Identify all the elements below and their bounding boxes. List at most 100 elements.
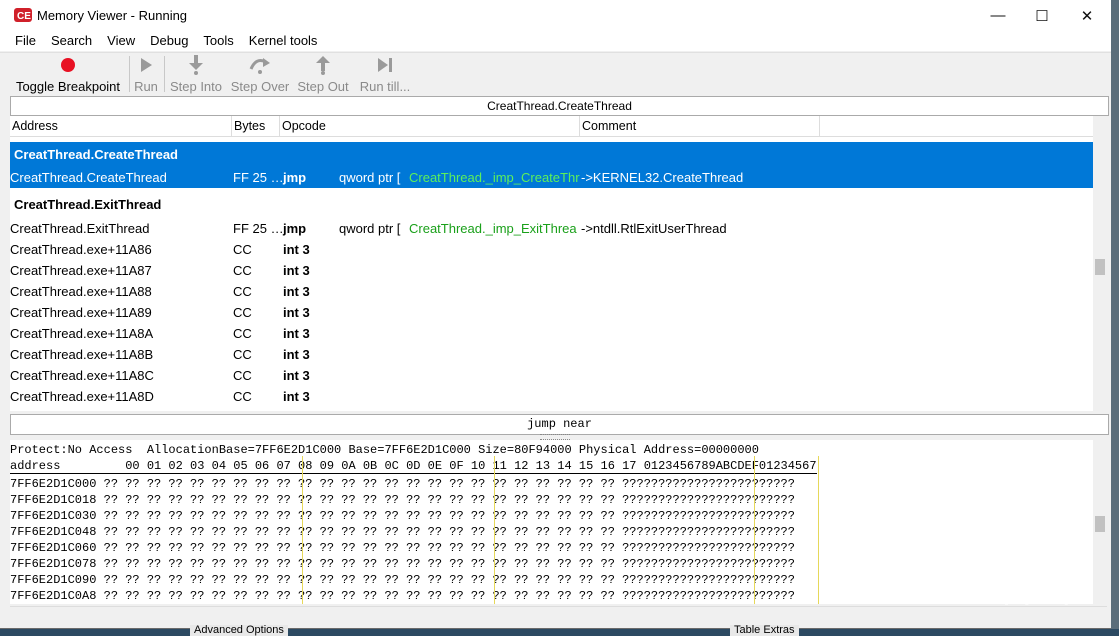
run-till-icon [378, 58, 392, 72]
hex-view[interactable]: Protect:No Access AllocationBase=7FF6E2D… [10, 440, 1093, 604]
instruction-row[interactable]: CreatThread.exe+11A88 CC int 3 [10, 281, 1093, 302]
instruction-bytes: CC [233, 347, 252, 362]
instruction-row[interactable]: CreatThread.exe+11A8B CC int 3 [10, 344, 1093, 365]
column-opcode[interactable]: Opcode [280, 116, 580, 136]
instruction-pointer: CreatThread._imp_ExitThrea [409, 221, 577, 236]
step-over-button[interactable]: Step Over [229, 53, 291, 95]
instruction-address: CreatThread.ExitThread [10, 221, 150, 236]
instruction-operand-prefix: qword ptr [ [339, 170, 401, 185]
hex-row[interactable]: 7FF6E2D1C0A8 ?? ?? ?? ?? ?? ?? ?? ?? ?? … [10, 588, 795, 604]
instruction-bytes: CC [233, 242, 252, 257]
run-till-button[interactable]: Run till... [356, 53, 414, 95]
run-till-label: Run till... [359, 79, 411, 94]
instruction-address: CreatThread.exe+11A8D [10, 389, 154, 404]
hex-row[interactable]: 7FF6E2D1C078 ?? ?? ?? ?? ?? ?? ?? ?? ?? … [10, 556, 795, 572]
instruction-opcode: int 3 [283, 284, 310, 299]
hex-scrollbar[interactable] [1093, 440, 1107, 604]
hex-row[interactable]: 7FF6E2D1C030 ?? ?? ?? ?? ?? ?? ?? ?? ?? … [10, 508, 795, 524]
instruction-pointer: CreatThread._imp_CreateThr [409, 170, 580, 185]
watermark-text: 看雪 [994, 566, 1075, 610]
hex-row[interactable]: 7FF6E2D1C018 ?? ?? ?? ?? ?? ?? ?? ?? ?? … [10, 492, 795, 508]
minimize-button[interactable]: — [975, 0, 1021, 31]
title-bar: CE Memory Viewer - Running — ☐ ✕ [0, 0, 1111, 31]
disassembler-view[interactable]: CreatThread.CreateThread CreatThread.Cre… [10, 137, 1093, 411]
function-label: CreatThread.ExitThread [14, 197, 162, 212]
step-out-icon [316, 56, 330, 75]
step-out-button[interactable]: Step Out [294, 53, 352, 95]
instruction-opcode: int 3 [283, 326, 310, 341]
instruction-bytes: CC [233, 305, 252, 320]
instruction-address: CreatThread.exe+11A8C [10, 368, 154, 383]
instruction-address: CreatThread.exe+11A88 [10, 284, 152, 299]
column-bytes[interactable]: Bytes [232, 116, 280, 136]
background-window [0, 629, 1119, 636]
debug-toolbar: Toggle Breakpoint Run Step Into Step Ove… [0, 52, 1111, 95]
menu-kernel-tools[interactable]: Kernel tools [240, 31, 324, 51]
selected-instruction-row[interactable]: CreatThread.CreateThread FF 25 … jmp qwo… [10, 167, 1093, 188]
hex-row[interactable]: 7FF6E2D1C090 ?? ?? ?? ?? ?? ?? ?? ?? ?? … [10, 572, 795, 588]
instruction-bytes: CC [233, 326, 252, 341]
scrollbar-thumb[interactable] [1095, 516, 1105, 532]
instruction-opcode: jmp [283, 170, 307, 185]
memory-viewer-window: CE Memory Viewer - Running — ☐ ✕ File Se… [0, 0, 1112, 629]
column-comment[interactable]: Comment [580, 116, 820, 136]
instruction-row[interactable]: CreatThread.exe+11A8C CC int 3 [10, 365, 1093, 386]
play-icon [141, 58, 152, 72]
instruction-opcode: jmp [283, 221, 307, 236]
step-out-label: Step Out [297, 79, 349, 94]
instruction-target: ->KERNEL32.CreateThread [581, 170, 744, 185]
instruction-description: jump near [10, 414, 1109, 435]
instruction-opcode: int 3 [283, 368, 310, 383]
step-into-button[interactable]: Step Into [166, 53, 226, 95]
step-into-icon [189, 55, 203, 75]
toggle-breakpoint-button[interactable]: Toggle Breakpoint [10, 53, 126, 95]
disassembler-scrollbar[interactable] [1093, 137, 1107, 411]
toggle-breakpoint-label: Toggle Breakpoint [15, 79, 121, 94]
menu-tools[interactable]: Tools [194, 31, 239, 51]
selected-function-header[interactable]: CreatThread.CreateThread [10, 142, 1093, 167]
hex-row[interactable]: 7FF6E2D1C000 ?? ?? ?? ?? ?? ?? ?? ?? ?? … [10, 476, 795, 492]
hex-horizontal-scrollbar[interactable] [10, 606, 1107, 621]
background-window [1111, 0, 1119, 636]
scrollbar-thumb[interactable] [1095, 259, 1105, 275]
hex-column-divider [302, 456, 303, 604]
step-into-label: Step Into [169, 79, 223, 94]
menu-file[interactable]: File [0, 31, 42, 51]
menu-view[interactable]: View [98, 31, 141, 51]
toolbar-separator [164, 56, 165, 92]
instruction-opcode: int 3 [283, 242, 310, 257]
function-label: CreatThread.CreateThread [14, 147, 178, 162]
function-header[interactable]: CreatThread.ExitThread [10, 192, 1093, 217]
step-over-icon [249, 58, 270, 74]
menu-bar: File Search View Debug Tools Kernel tool… [0, 31, 1111, 51]
instruction-bytes: FF 25 … [233, 221, 284, 236]
toolbar-separator [129, 56, 130, 92]
instruction-row[interactable]: CreatThread.ExitThread FF 25 … jmp qword… [10, 218, 1093, 239]
instruction-address: CreatThread.exe+11A89 [10, 305, 152, 320]
instruction-row[interactable]: CreatThread.exe+11A8A CC int 3 [10, 323, 1093, 344]
instruction-row[interactable]: CreatThread.exe+11A8D CC int 3 [10, 386, 1093, 407]
instruction-row[interactable]: CreatThread.exe+11A87 CC int 3 [10, 260, 1093, 281]
instruction-address: CreatThread.exe+11A8B [10, 347, 154, 362]
menu-search[interactable]: Search [42, 31, 98, 51]
run-button[interactable]: Run [131, 53, 161, 95]
hex-row[interactable]: 7FF6E2D1C060 ?? ?? ?? ?? ?? ?? ?? ?? ?? … [10, 540, 795, 556]
hex-row[interactable]: 7FF6E2D1C048 ?? ?? ?? ?? ?? ?? ?? ?? ?? … [10, 524, 795, 540]
instruction-bytes: CC [233, 389, 252, 404]
background-tab-advanced-options: Advanced Options [190, 625, 288, 636]
instruction-row[interactable]: CreatThread.exe+11A89 CC int 3 [10, 302, 1093, 323]
menu-debug[interactable]: Debug [141, 31, 194, 51]
instruction-bytes: CC [233, 284, 252, 299]
hex-column-divider [818, 456, 819, 604]
breakpoint-icon [61, 58, 75, 72]
column-address[interactable]: Address [10, 116, 232, 136]
protection-info: Protect:No Access AllocationBase=7FF6E2D… [10, 443, 759, 457]
instruction-row[interactable]: CreatThread.exe+11A86 CC int 3 [10, 239, 1093, 260]
close-button[interactable]: ✕ [1064, 0, 1110, 31]
instruction-address: CreatThread.exe+11A8A [10, 326, 154, 341]
maximize-button[interactable]: ☐ [1019, 0, 1065, 31]
background-tab-table-extras: Table Extras [730, 625, 799, 636]
instruction-operand-prefix: qword ptr [ [339, 221, 401, 236]
watermark-logo: ❄ 看雪 [950, 566, 1075, 610]
instruction-bytes: CC [233, 368, 252, 383]
